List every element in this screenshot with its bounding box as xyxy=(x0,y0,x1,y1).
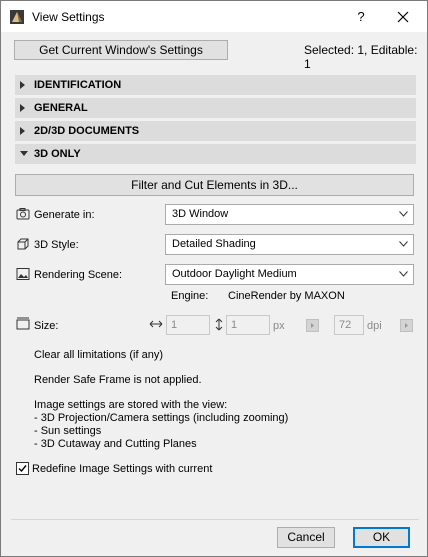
dpi-unit-label: dpi xyxy=(367,320,382,332)
chevron-right-icon xyxy=(20,104,25,112)
cancel-button[interactable]: Cancel xyxy=(277,527,335,548)
window-title: View Settings xyxy=(32,10,105,24)
height-arrow-icon xyxy=(215,318,223,331)
size-label: Size: xyxy=(34,320,59,332)
dpi-field[interactable]: 72 xyxy=(334,315,364,335)
chevron-right-icon xyxy=(20,81,25,89)
picture-icon xyxy=(16,268,30,280)
generate-in-select[interactable]: 3D Window xyxy=(165,204,414,225)
chevron-right-icon xyxy=(311,323,314,328)
stored-item-text: - Sun settings xyxy=(34,425,102,437)
rendering-scene-value: Outdoor Daylight Medium xyxy=(172,268,297,280)
redefine-image-settings-checkbox[interactable] xyxy=(16,462,29,475)
generate-in-label: Generate in: xyxy=(34,209,95,221)
height-field[interactable]: 1 xyxy=(226,315,270,335)
app-icon xyxy=(10,10,24,24)
generate-in-value: 3D Window xyxy=(172,208,229,220)
chevron-down-icon xyxy=(399,211,408,217)
filter-and-cut-elements-button[interactable]: Filter and Cut Elements in 3D... xyxy=(15,174,414,196)
section-label: IDENTIFICATION xyxy=(34,79,122,91)
engine-label: Engine: xyxy=(171,290,209,302)
camera-icon xyxy=(16,208,30,220)
width-field[interactable]: 1 xyxy=(166,315,210,335)
stored-item-text: - 3D Cutaway and Cutting Planes xyxy=(34,438,197,450)
width-value: 1 xyxy=(171,319,178,331)
chevron-right-icon xyxy=(405,323,408,328)
help-button[interactable]: ? xyxy=(351,7,371,27)
safe-frame-text: Render Safe Frame is not applied. xyxy=(34,374,202,386)
section-general[interactable]: GENERAL xyxy=(15,98,416,118)
section-label: 2D/3D DOCUMENTS xyxy=(34,125,140,137)
ok-button[interactable]: OK xyxy=(353,527,410,548)
footer-divider xyxy=(11,519,419,520)
dpi-value: 72 xyxy=(339,319,352,331)
dpi-stepper[interactable] xyxy=(400,319,413,332)
engine-value: CineRender by MAXON xyxy=(228,290,345,302)
cube-icon xyxy=(17,238,29,250)
rendering-scene-select[interactable]: Outdoor Daylight Medium xyxy=(165,264,414,285)
3d-style-value: Detailed Shading xyxy=(172,238,256,250)
width-arrow-icon xyxy=(149,320,163,328)
section-label: GENERAL xyxy=(34,102,88,114)
3d-style-label: 3D Style: xyxy=(34,239,79,251)
rendering-scene-label: Rendering Scene: xyxy=(34,269,123,281)
get-current-window-settings-button[interactable]: Get Current Window's Settings xyxy=(14,40,228,60)
section-identification[interactable]: IDENTIFICATION xyxy=(15,75,416,95)
section-3d-only[interactable]: 3D ONLY xyxy=(15,144,416,164)
height-value: 1 xyxy=(231,319,238,331)
chevron-down-icon xyxy=(399,241,408,247)
selection-info: Selected: 1, Editable: 1 xyxy=(304,43,418,71)
chevron-down-icon xyxy=(20,151,28,156)
stored-intro-text: Image settings are stored with the view: xyxy=(34,399,228,411)
size-unit-stepper[interactable] xyxy=(306,319,319,332)
close-icon[interactable] xyxy=(393,7,413,27)
section-2d-3d-documents[interactable]: 2D/3D DOCUMENTS xyxy=(15,121,416,141)
size-frame-icon xyxy=(16,317,30,330)
chevron-down-icon xyxy=(399,271,408,277)
title-bar: View Settings ? xyxy=(1,1,427,32)
checkmark-icon xyxy=(18,465,27,473)
section-label: 3D ONLY xyxy=(34,148,81,160)
view-settings-dialog: View Settings ? Get Current Window's Set… xyxy=(0,0,428,557)
clear-limitations-link[interactable]: Clear all limitations (if any) xyxy=(34,349,163,361)
redefine-image-settings-label[interactable]: Redefine Image Settings with current xyxy=(32,463,212,475)
3d-style-select[interactable]: Detailed Shading xyxy=(165,234,414,255)
size-unit-label: px xyxy=(273,320,285,332)
stored-item-text: - 3D Projection/Camera settings (includi… xyxy=(34,412,289,424)
chevron-right-icon xyxy=(20,127,25,135)
